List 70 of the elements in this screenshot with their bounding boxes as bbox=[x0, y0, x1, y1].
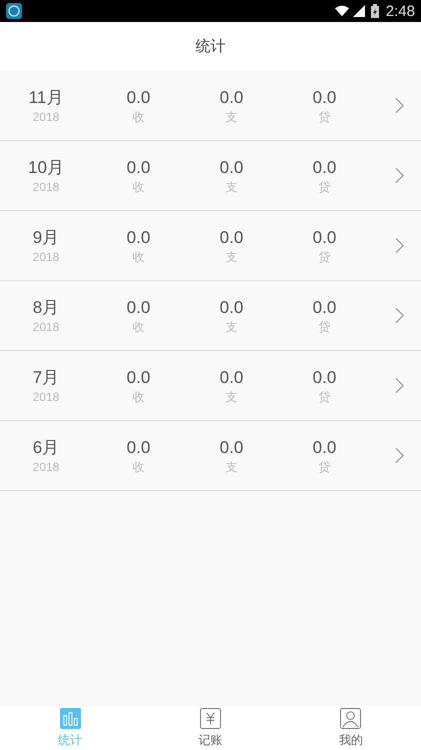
amount-label: 支 bbox=[226, 318, 238, 334]
tab-button[interactable]: 我的 bbox=[280, 706, 421, 750]
amount-label: 贷 bbox=[318, 458, 330, 474]
year-label: 2018 bbox=[32, 458, 60, 474]
year-label: 2018 bbox=[32, 388, 60, 404]
yen-icon bbox=[200, 708, 221, 728]
amount-label: 贷 bbox=[318, 248, 330, 264]
user-icon bbox=[340, 708, 362, 728]
amount-label: 支 bbox=[226, 178, 238, 194]
chevron-right-icon bbox=[395, 237, 404, 254]
month-row[interactable]: 6月 2018 0.0 收 0.0 支 0.0 贷 bbox=[0, 421, 421, 491]
amount-value: 0.0 bbox=[220, 296, 244, 318]
amount-value: 0.0 bbox=[220, 366, 244, 388]
amount-value: 0.0 bbox=[312, 86, 336, 108]
amount-value: 0.0 bbox=[220, 436, 244, 458]
amount-label: 贷 bbox=[318, 388, 330, 404]
amount-value: 0.0 bbox=[126, 296, 150, 318]
amount-value: 0.0 bbox=[312, 156, 336, 178]
year-label: 2018 bbox=[32, 178, 60, 194]
amount-label: 收 bbox=[132, 248, 144, 264]
month-row[interactable]: 8月 2018 0.0 收 0.0 支 0.0 贷 bbox=[0, 281, 421, 351]
month-label: 8月 bbox=[32, 296, 60, 318]
year-label: 2018 bbox=[32, 248, 60, 264]
amount-label: 支 bbox=[226, 108, 238, 124]
amount-value: 0.0 bbox=[220, 156, 244, 178]
amount-value: 0.0 bbox=[220, 86, 244, 108]
amount-label: 支 bbox=[226, 458, 238, 474]
clock: 2:48 bbox=[386, 2, 415, 20]
amount-value: 0.0 bbox=[312, 296, 336, 318]
chevron-right-icon bbox=[395, 447, 404, 464]
battery-icon bbox=[370, 4, 379, 18]
year-label: 2018 bbox=[32, 318, 60, 334]
amount-value: 0.0 bbox=[312, 226, 336, 248]
app-icon bbox=[6, 3, 22, 19]
amount-value: 0.0 bbox=[126, 156, 150, 178]
month-label: 7月 bbox=[32, 366, 60, 388]
month-row[interactable]: 9月 2018 0.0 收 0.0 支 0.0 贷 bbox=[0, 211, 421, 281]
amount-value: 0.0 bbox=[220, 226, 244, 248]
amount-value: 0.0 bbox=[126, 366, 150, 388]
amount-label: 支 bbox=[226, 248, 238, 264]
year-label: 2018 bbox=[32, 108, 60, 124]
month-row[interactable]: 7月 2018 0.0 收 0.0 支 0.0 贷 bbox=[0, 351, 421, 421]
amount-value: 0.0 bbox=[312, 436, 336, 458]
tab-button[interactable]: 记账 bbox=[140, 706, 281, 750]
month-label: 11月 bbox=[28, 86, 64, 108]
chevron-right-icon bbox=[395, 167, 404, 184]
amount-label: 贷 bbox=[318, 178, 330, 194]
page-title: 统计 bbox=[196, 37, 226, 56]
amount-value: 0.0 bbox=[126, 86, 150, 108]
amount-label: 收 bbox=[132, 388, 144, 404]
amount-value: 0.0 bbox=[126, 436, 150, 458]
month-label: 6月 bbox=[32, 436, 60, 458]
amount-label: 支 bbox=[226, 388, 238, 404]
month-row[interactable]: 10月 2018 0.0 收 0.0 支 0.0 贷 bbox=[0, 141, 421, 211]
amount-label: 贷 bbox=[318, 108, 330, 124]
amount-label: 收 bbox=[132, 458, 144, 474]
chevron-right-icon bbox=[395, 377, 404, 394]
amount-value: 0.0 bbox=[312, 366, 336, 388]
amount-label: 收 bbox=[132, 108, 144, 124]
chevron-right-icon bbox=[395, 97, 404, 114]
signal-icon bbox=[352, 5, 366, 17]
chevron-right-icon bbox=[395, 307, 404, 324]
amount-label: 收 bbox=[132, 178, 144, 194]
amount-label: 贷 bbox=[318, 318, 330, 334]
month-label: 10月 bbox=[28, 156, 64, 178]
amount-value: 0.0 bbox=[126, 226, 150, 248]
month-label: 9月 bbox=[32, 226, 60, 248]
amount-label: 收 bbox=[132, 318, 144, 334]
month-row[interactable]: 11月 2018 0.0 收 0.0 支 0.0 贷 bbox=[0, 71, 421, 141]
wifi-icon bbox=[334, 5, 349, 17]
